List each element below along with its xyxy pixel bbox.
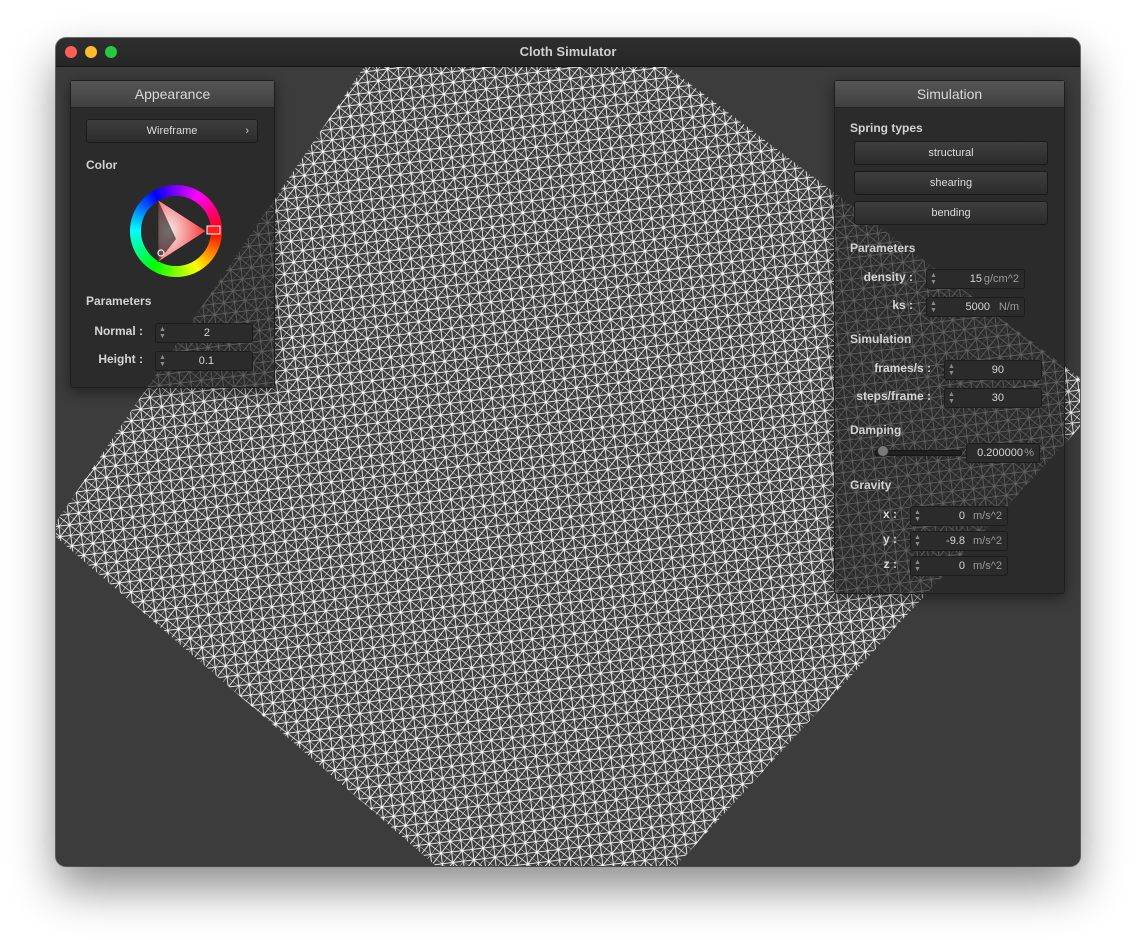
hue-selector-handle — [206, 225, 221, 235]
spinner-arrows-icon[interactable]: ▲ ▼ — [948, 391, 955, 405]
steps-value: 30 — [991, 392, 1004, 404]
spinner-arrows-icon[interactable]: ▲ ▼ — [914, 534, 921, 548]
color-wheel-icon[interactable] — [128, 183, 224, 279]
simulation-panel: Simulation Spring types structural shear… — [834, 80, 1065, 594]
height-label: Height : — [98, 352, 143, 366]
appearance-panel: Appearance Wireframe › Color Parameters … — [70, 80, 275, 388]
fps-value: 90 — [991, 364, 1004, 376]
density-value: 15 — [969, 273, 982, 285]
spinner-arrows-icon[interactable]: ▲ ▼ — [948, 363, 955, 377]
ks-value: 5000 — [965, 301, 990, 313]
density-label: density : — [863, 270, 913, 284]
cloth-viewport[interactable]: Appearance Wireframe › Color Parameters … — [56, 67, 1080, 866]
color-label: Color — [86, 158, 118, 172]
damping-unit: % — [1024, 447, 1034, 459]
ks-unit: N/m — [998, 301, 1019, 313]
app-window: Cloth Simulator Appearance Wireframe › C… — [56, 38, 1080, 866]
damping-label: Damping — [850, 423, 902, 437]
height-input[interactable]: ▲ ▼ 0.1 — [155, 351, 253, 371]
structural-button[interactable]: structural — [854, 141, 1048, 165]
spinner-arrows-icon[interactable]: ▲ ▼ — [159, 354, 166, 368]
normal-input[interactable]: ▲ ▼ 2 — [155, 323, 253, 343]
damping-slider-knob[interactable] — [876, 445, 889, 457]
spinner-arrows-icon[interactable]: ▲ ▼ — [930, 300, 937, 314]
fps-label: frames/s : — [874, 361, 931, 375]
steps-label: steps/frame : — [856, 389, 931, 403]
spring-types-label: Spring types — [850, 121, 923, 135]
sim-parameters-label: Parameters — [850, 241, 916, 255]
gravity-z-label: z : — [883, 557, 897, 571]
simulation-section-label: Simulation — [850, 332, 912, 346]
ks-input[interactable]: ▲ ▼ 5000 N/m — [926, 297, 1025, 317]
spinner-arrows-icon[interactable]: ▲ ▼ — [914, 509, 921, 523]
simulation-panel-header[interactable]: Simulation — [835, 81, 1064, 108]
density-unit: g/cm^2 — [983, 273, 1019, 285]
gravity-y-value: -9.8 — [946, 535, 965, 547]
spinner-arrows-icon[interactable]: ▲ ▼ — [159, 326, 166, 340]
normal-value: 2 — [203, 327, 210, 339]
shearing-button[interactable]: shearing — [854, 171, 1048, 195]
normal-label: Normal : — [94, 324, 143, 338]
gravity-z-unit: m/s^2 — [973, 560, 1002, 572]
density-input[interactable]: ▲ ▼ 15 g/cm^2 — [926, 269, 1025, 289]
fps-input[interactable]: ▲ ▼ 90 — [944, 360, 1042, 380]
gravity-x-input[interactable]: ▲ ▼ 0 m/s^2 — [910, 506, 1008, 526]
damping-value: 0.200000 — [977, 447, 1023, 459]
ks-label: ks : — [892, 298, 913, 312]
shader-dropdown-label: Wireframe — [146, 125, 198, 137]
appearance-parameters-label: Parameters — [86, 294, 152, 308]
gravity-y-unit: m/s^2 — [973, 535, 1002, 547]
steps-input[interactable]: ▲ ▼ 30 — [944, 388, 1042, 408]
height-value: 0.1 — [198, 355, 214, 367]
title-bar[interactable]: Cloth Simulator — [56, 38, 1080, 67]
chevron-right-icon: › — [245, 125, 249, 137]
gravity-y-label: y : — [882, 532, 897, 546]
bending-button[interactable]: bending — [854, 201, 1048, 225]
gravity-x-unit: m/s^2 — [973, 510, 1002, 522]
gravity-z-input[interactable]: ▲ ▼ 0 m/s^2 — [910, 556, 1008, 576]
gravity-label: Gravity — [850, 478, 892, 492]
spinner-arrows-icon[interactable]: ▲ ▼ — [914, 559, 921, 573]
gravity-x-label: x : — [882, 507, 897, 521]
gravity-y-input[interactable]: ▲ ▼ -9.8 m/s^2 — [910, 531, 1008, 551]
appearance-panel-header[interactable]: Appearance — [71, 81, 274, 108]
gravity-x-value: 0 — [958, 510, 965, 522]
damping-input[interactable]: 0.200000 % — [966, 443, 1040, 463]
spinner-arrows-icon[interactable]: ▲ ▼ — [930, 272, 937, 286]
window-title: Cloth Simulator — [519, 44, 617, 59]
shader-dropdown[interactable]: Wireframe › — [86, 119, 258, 143]
gravity-z-value: 0 — [958, 560, 965, 572]
